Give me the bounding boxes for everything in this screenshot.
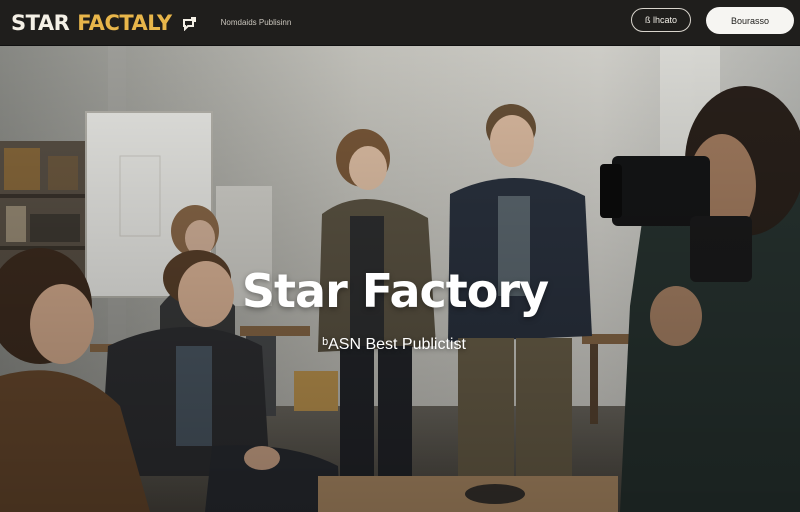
logo-text-main: STAR [11,10,70,35]
primary-nav-button[interactable]: Bourasso [706,7,794,34]
hero-subtitle: ᵇASN Best Publictist [322,336,466,353]
hero-title: Star Factory [241,264,549,318]
hero-photo: Star Factory ᵇASN Best Publictist [0,46,800,512]
landing-page: STAR FACTALY Nomdaids Publisinn ß lhcato… [0,0,800,512]
logo-text-accent: FACTALY [77,10,172,35]
outline-nav-button[interactable]: ß lhcato [631,8,691,32]
brand-logo[interactable]: STAR FACTALY [11,11,197,35]
top-navbar: STAR FACTALY Nomdaids Publisinn ß lhcato… [0,0,800,46]
nav-tagline: Nomdaids Publisinn [220,18,292,27]
chat-bubble-icon [182,16,196,31]
